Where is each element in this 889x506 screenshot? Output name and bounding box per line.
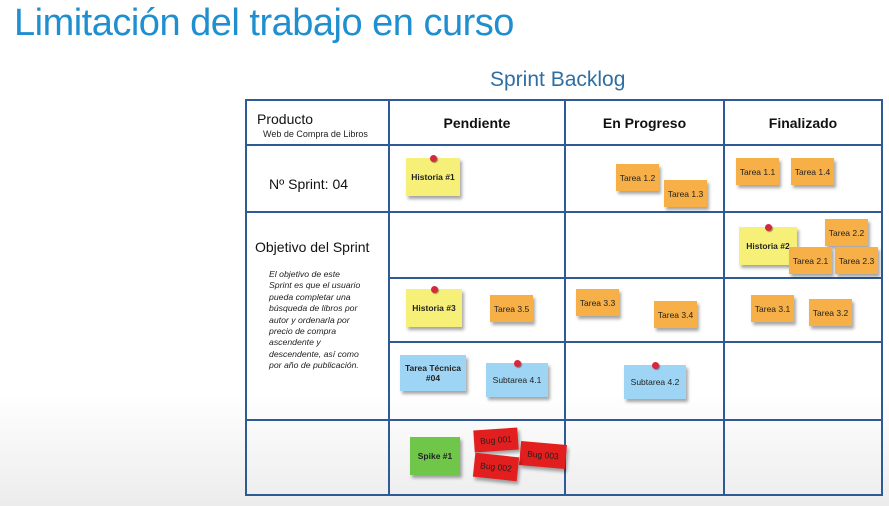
task-note-tarea-1-4[interactable]: Tarea 1.4 [791, 158, 834, 185]
task-note-tarea-2-1[interactable]: Tarea 2.1 [789, 247, 832, 274]
slide-title: Limitación del trabajo en curso [14, 2, 514, 44]
note-label: Spike #1 [417, 451, 453, 461]
row5-finalizado-cell [723, 419, 883, 496]
sprint-goal-text: El objetivo de este Sprint es que el usu… [269, 269, 361, 371]
story-note-historia-1[interactable]: Historia #1 [406, 155, 460, 196]
column-header-finalizado: Finalizado [723, 99, 883, 146]
pin-icon [430, 155, 437, 162]
row4-finalizado-cell [723, 341, 883, 421]
note-label: Tarea 2.3 [838, 255, 875, 266]
column-header-pendiente: Pendiente [388, 99, 566, 146]
row3-progreso-cell: Tarea 3.3 Tarea 3.4 [564, 277, 725, 343]
row1-progreso-cell: Tarea 1.2 Tarea 1.3 [564, 144, 725, 213]
note-label: Tarea Técnica #04 [404, 363, 462, 383]
story-note-historia-3[interactable]: Historia #3 [406, 286, 462, 327]
bug-note-bug-002[interactable]: Bug 002 [472, 452, 520, 482]
note-label: Tarea 3.2 [812, 307, 849, 318]
sprint-number-cell: Nº Sprint: 04 [245, 144, 390, 213]
task-note-tarea-3-2[interactable]: Tarea 3.2 [809, 299, 852, 326]
row2-pendiente-cell [388, 211, 566, 279]
product-label: Producto [257, 111, 314, 127]
pin-icon [514, 360, 521, 367]
pin-icon [765, 224, 772, 231]
sprint-goal-cell: Objetivo del Sprint El objetivo de este … [245, 211, 390, 421]
note-label: Tarea 2.1 [792, 255, 829, 266]
row5-empty-cell [245, 419, 390, 496]
bug-note-bug-003[interactable]: Bug 003 [519, 441, 567, 469]
row4-progreso-cell: Subtarea 4.2 [564, 341, 725, 421]
note-label: Historia #2 [746, 241, 790, 251]
task-note-tarea-1-1[interactable]: Tarea 1.1 [736, 158, 779, 185]
note-label: Subtarea 4.2 [630, 377, 680, 387]
task-note-tarea-1-2[interactable]: Tarea 1.2 [616, 164, 659, 191]
note-label: Tarea 3.4 [657, 309, 694, 320]
task-note-tarea-3-1[interactable]: Tarea 3.1 [751, 295, 794, 322]
task-note-tarea-3-5[interactable]: Tarea 3.5 [490, 295, 533, 322]
row3-pendiente-cell: Historia #3 Tarea 3.5 [388, 277, 566, 343]
subtask-note-subtarea-4-2[interactable]: Subtarea 4.2 [624, 362, 686, 399]
note-label: Subtarea 4.1 [492, 375, 542, 385]
note-label: Historia #3 [412, 303, 456, 313]
note-label: Tarea 3.3 [579, 297, 616, 308]
row5-progreso-cell [564, 419, 725, 496]
product-name: Web de Compra de Libros [263, 129, 368, 139]
note-label: Tarea 1.1 [739, 166, 776, 177]
row1-pendiente-cell: Historia #1 [388, 144, 566, 213]
note-label: Tarea 2.2 [828, 227, 865, 238]
row1-finalizado-cell: Tarea 1.1 Tarea 1.4 [723, 144, 883, 213]
product-cell: Producto Web de Compra de Libros [245, 99, 390, 146]
row3-finalizado-cell: Tarea 3.1 Tarea 3.2 [723, 277, 883, 343]
pin-icon [652, 362, 659, 369]
note-label: Bug 001 [479, 433, 513, 447]
sprint-goal-label: Objetivo del Sprint [255, 239, 370, 255]
row2-finalizado-cell: Historia #2 Tarea 2.2 Tarea 2.1 Tarea 2.… [723, 211, 883, 279]
bug-note-bug-001[interactable]: Bug 001 [473, 427, 519, 453]
note-label: Bug 002 [479, 460, 513, 474]
task-note-tarea-2-3[interactable]: Tarea 2.3 [835, 247, 878, 274]
note-label: Tarea 1.2 [619, 172, 656, 183]
row4-pendiente-cell: Tarea Técnica #04 Subtarea 4.1 [388, 341, 566, 421]
row5-pendiente-cell: Spike #1 Bug 001 Bug 003 Bug 002 [388, 419, 567, 496]
note-label: Tarea 3.1 [754, 303, 791, 314]
sprint-backlog-board: Producto Web de Compra de Libros Pendien… [245, 99, 883, 496]
task-note-tarea-3-3[interactable]: Tarea 3.3 [576, 289, 619, 316]
task-note-tarea-2-2[interactable]: Tarea 2.2 [825, 219, 868, 246]
note-label: Tarea 1.3 [667, 188, 704, 199]
sprint-number: Nº Sprint: 04 [269, 176, 349, 192]
board-title: Sprint Backlog [490, 68, 626, 91]
note-label: Tarea 1.4 [794, 166, 831, 177]
spike-note-spike-1[interactable]: Spike #1 [410, 437, 460, 475]
note-label: Tarea 3.5 [493, 303, 530, 314]
pin-icon [431, 286, 438, 293]
row2-progreso-cell [564, 211, 725, 279]
task-note-tarea-3-4[interactable]: Tarea 3.4 [654, 301, 697, 328]
note-label: Bug 003 [526, 448, 560, 462]
subtask-note-subtarea-4-1[interactable]: Subtarea 4.1 [486, 360, 548, 397]
task-note-tarea-1-3[interactable]: Tarea 1.3 [664, 180, 707, 207]
subtask-note-tarea-tecnica-04[interactable]: Tarea Técnica #04 [400, 355, 466, 391]
note-label: Historia #1 [411, 172, 455, 182]
column-header-en-progreso: En Progreso [564, 99, 725, 146]
